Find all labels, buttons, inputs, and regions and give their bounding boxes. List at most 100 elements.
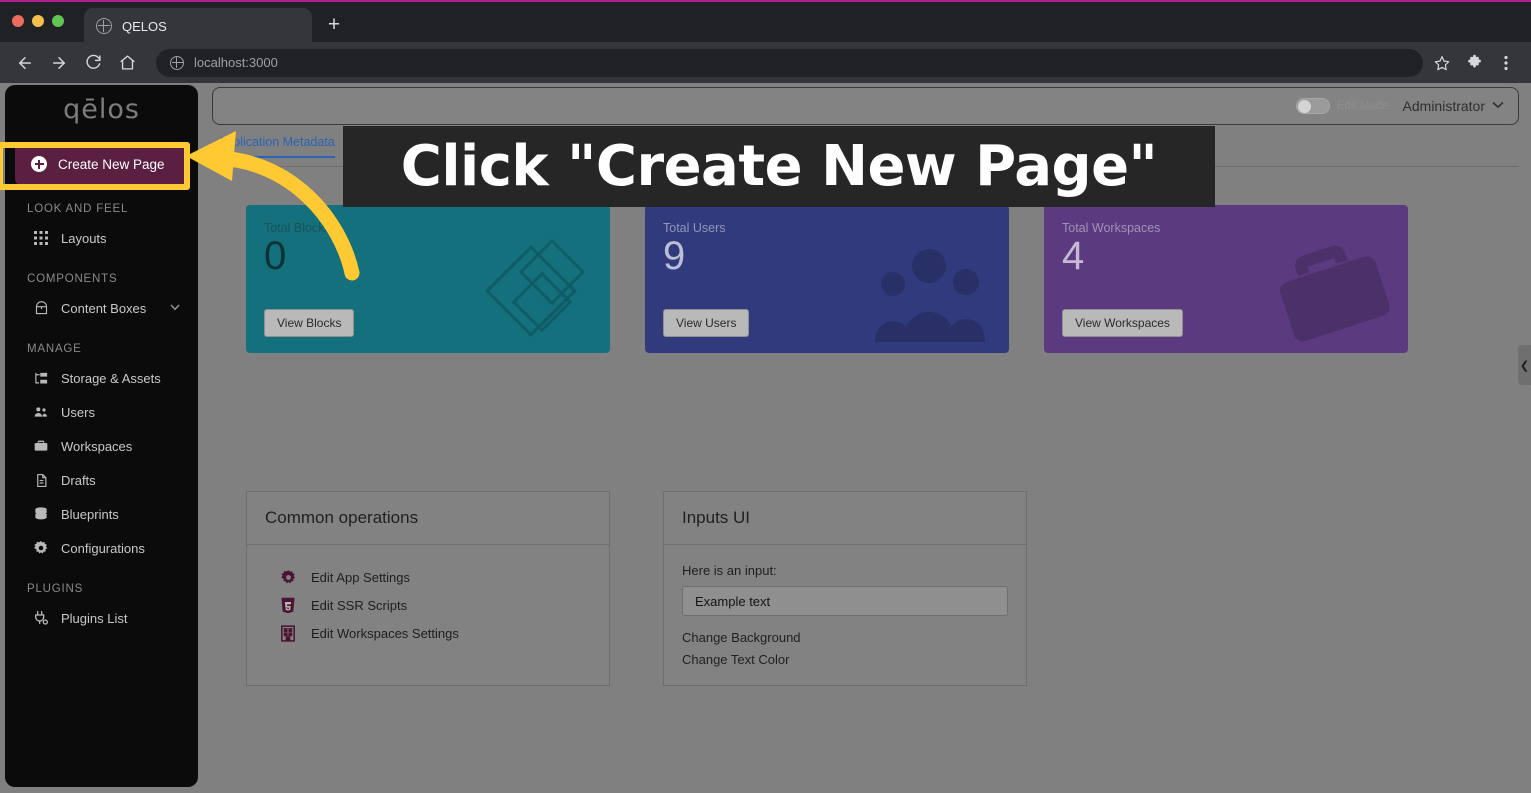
chevron-left-icon: ❮ — [1519, 359, 1530, 372]
content-panels: Common operations Edit App Settings Edit… — [246, 491, 1027, 686]
new-tab-button[interactable]: + — [322, 14, 346, 38]
back-arrow-icon[interactable] — [10, 48, 40, 78]
create-new-page-button[interactable]: Create New Page — [15, 143, 188, 185]
operation-edit-app-settings[interactable]: Edit App Settings — [265, 563, 591, 591]
close-window-button[interactable] — [12, 15, 24, 27]
operation-label: Edit App Settings — [311, 569, 411, 585]
box-icon — [33, 300, 49, 316]
window-traffic-lights — [12, 15, 64, 27]
view-users-button[interactable]: View Users — [663, 309, 750, 337]
sidebar-section-plugins: PLUGINS — [27, 583, 84, 595]
sidebar-item-plugins-list[interactable]: Plugins List — [5, 601, 198, 635]
edit-mode-label: Edit Mode — [1336, 100, 1389, 112]
input-field-label: Here is an input: — [682, 563, 777, 578]
edit-mode-toggle[interactable]: Edit Mode — [1295, 98, 1389, 114]
browser-toolbar: localhost:3000 — [0, 42, 1531, 83]
sidebar-section-manage: MANAGE — [27, 343, 82, 355]
forward-arrow-icon[interactable] — [44, 48, 74, 78]
sidebar-item-storage-assets[interactable]: Storage & Assets — [5, 361, 198, 395]
gear-icon — [279, 568, 297, 586]
reload-icon[interactable] — [78, 48, 108, 78]
globe-icon — [96, 18, 112, 34]
toggle-knob — [1297, 99, 1311, 113]
operation-label: Edit SSR Scripts — [311, 597, 408, 613]
sidebar-item-label: Blueprints — [61, 506, 119, 522]
example-text-input[interactable] — [682, 586, 1008, 616]
sidebar-item-layouts[interactable]: Layouts — [5, 221, 198, 255]
operation-edit-workspaces-settings[interactable]: Edit Workspaces Settings — [265, 619, 591, 647]
sidebar-item-label: Storage & Assets — [61, 370, 161, 386]
building-icon — [279, 624, 297, 642]
qelos-logo: qēlos — [63, 93, 140, 125]
change-text-color-link[interactable]: Change Text Color — [682, 652, 1008, 667]
view-workspaces-button[interactable]: View Workspaces — [1062, 309, 1183, 337]
operation-edit-ssr-scripts[interactable]: Edit SSR Scripts — [265, 591, 591, 619]
browser-tab[interactable]: QELOS — [84, 8, 312, 44]
sidebar-section-components: COMPONENTS — [27, 273, 118, 285]
briefcase-icon — [33, 438, 49, 454]
globe-icon — [170, 55, 184, 70]
sidebar-item-label: Layouts — [61, 230, 107, 246]
three-dot-menu-icon[interactable] — [1495, 52, 1517, 74]
sidebar-item-label: Plugins List — [61, 610, 128, 626]
sidebar-item-content-boxes[interactable]: Content Boxes — [5, 291, 198, 325]
browser-tab-title: QELOS — [122, 18, 167, 34]
change-background-link[interactable]: Change Background — [682, 630, 1008, 645]
toolbar-actions — [1431, 52, 1521, 74]
blocks-deco-icon — [478, 230, 598, 353]
panel-collapse-handle[interactable]: ❮ — [1518, 345, 1531, 385]
sidebar-item-label: Drafts — [61, 472, 96, 488]
stat-card-total-blocks: Total Blocks 0 View Blocks — [246, 205, 610, 353]
panel-common-operations: Common operations Edit App Settings Edit… — [246, 491, 610, 686]
stat-card-total-workspaces: Total Workspaces 4 View Workspaces — [1044, 205, 1408, 353]
app-viewport: qēlos Create New Page LOOK AND FEEL Layo… — [0, 83, 1531, 793]
toggle-track[interactable] — [1295, 98, 1330, 114]
view-blocks-button[interactable]: View Blocks — [264, 309, 355, 337]
stat-cards: Total Blocks 0 View Blocks Total Users 9… — [246, 205, 1408, 353]
maximize-window-button[interactable] — [52, 15, 64, 27]
user-menu[interactable]: Administrator — [1403, 98, 1504, 114]
html5-icon — [279, 596, 297, 614]
panel-title: Common operations — [247, 492, 609, 545]
user-menu-label: Administrator — [1402, 98, 1485, 114]
plus-circle-icon — [31, 156, 47, 172]
sidebar: qēlos Create New Page LOOK AND FEEL Layo… — [5, 85, 198, 787]
panel-body: Here is an input: Change Background Chan… — [664, 545, 1026, 685]
sidebar-item-label: Content Boxes — [61, 300, 147, 316]
chevron-down-icon[interactable] — [170, 303, 180, 314]
sidebar-item-workspaces[interactable]: Workspaces — [5, 429, 198, 463]
browser-window: QELOS + localhost:3000 qēlos Create New … — [0, 0, 1531, 793]
database-icon — [33, 506, 49, 522]
sidebar-item-configurations[interactable]: Configurations — [5, 531, 198, 565]
address-bar-url: localhost:3000 — [194, 55, 278, 70]
grid-icon — [33, 230, 49, 246]
annotation-callout-text: Click "Create New Page" — [400, 134, 1158, 199]
briefcase-deco-icon — [1270, 230, 1396, 353]
create-new-page-label: Create New Page — [58, 156, 165, 172]
panel-title: Inputs UI — [664, 492, 1026, 545]
operation-label: Edit Workspaces Settings — [311, 625, 459, 641]
minimize-window-button[interactable] — [32, 15, 44, 27]
star-icon[interactable] — [1431, 52, 1453, 74]
sidebar-item-drafts[interactable]: Drafts — [5, 463, 198, 497]
annotation-callout: Click "Create New Page" — [343, 126, 1215, 207]
sidebar-item-label: Configurations — [61, 540, 145, 556]
document-icon — [33, 472, 49, 488]
gear-icon — [33, 540, 49, 556]
plug-icon — [33, 610, 49, 626]
app-header: Edit Mode Administrator — [212, 87, 1519, 125]
sidebar-item-blueprints[interactable]: Blueprints — [5, 497, 198, 531]
stat-card-total-users: Total Users 9 View Users — [645, 205, 1009, 353]
home-icon[interactable] — [112, 48, 142, 78]
sidebar-item-label: Workspaces — [61, 438, 133, 454]
tab-application-metadata[interactable]: Application Metadata — [218, 135, 335, 158]
chevron-down-icon — [1492, 100, 1504, 112]
sidebar-section-look-and-feel: LOOK AND FEEL — [27, 203, 129, 215]
browser-tabstrip: QELOS + — [0, 0, 1531, 44]
puzzle-icon[interactable] — [1463, 52, 1485, 74]
sidebar-item-users[interactable]: Users — [5, 395, 198, 429]
address-bar[interactable]: localhost:3000 — [156, 48, 1423, 77]
folder-tree-icon — [33, 370, 49, 386]
panel-body: Edit App Settings Edit SSR Scripts Edit … — [247, 545, 609, 665]
panel-inputs-ui: Inputs UI Here is an input: Change Backg… — [663, 491, 1027, 686]
